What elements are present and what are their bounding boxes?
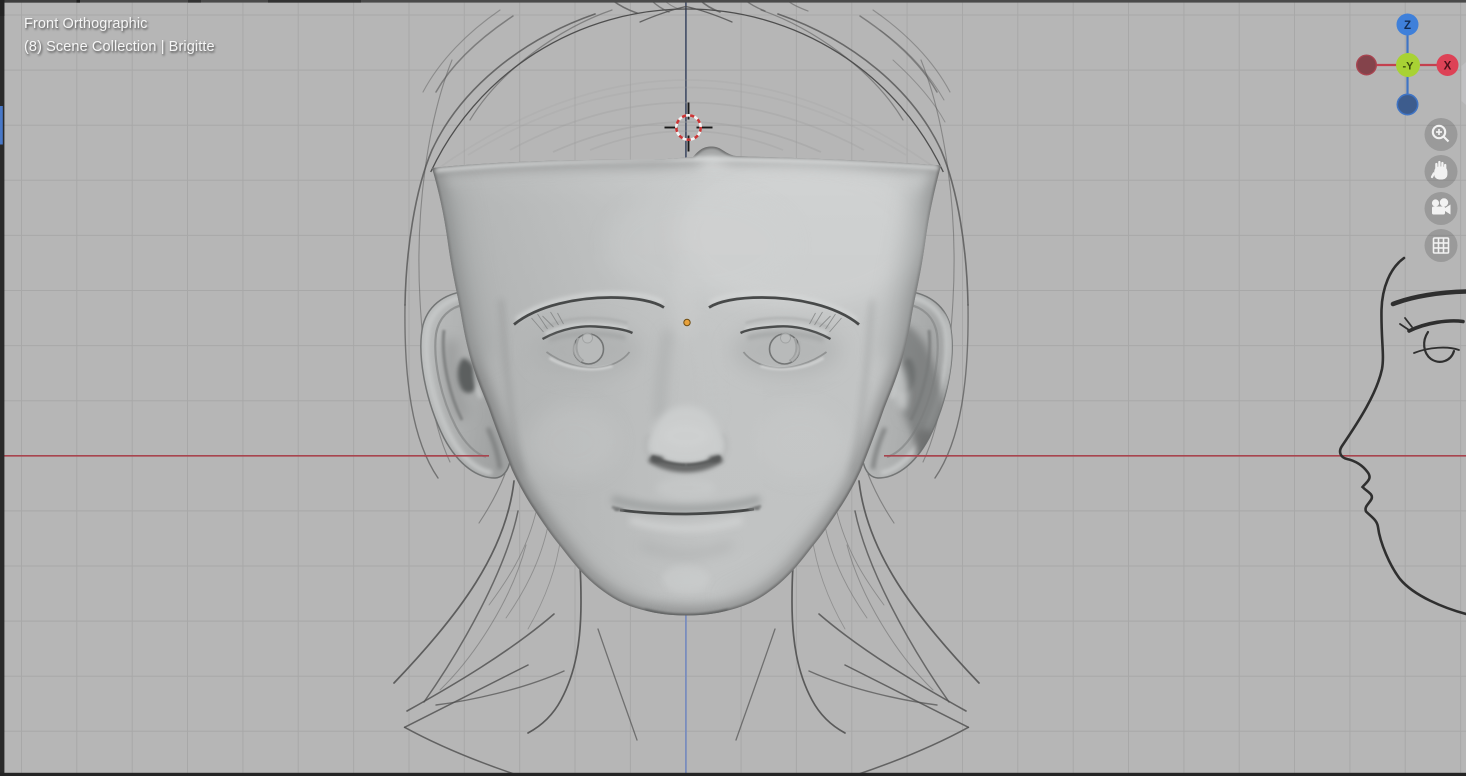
- svg-text:-Y: -Y: [1403, 61, 1415, 73]
- svg-text:X: X: [1444, 61, 1452, 73]
- svg-text:Z: Z: [1404, 20, 1411, 32]
